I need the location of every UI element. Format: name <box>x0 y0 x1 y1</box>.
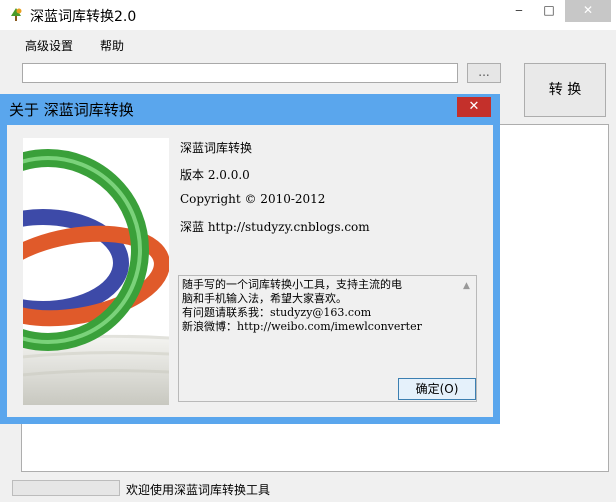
progress-bar <box>12 480 120 496</box>
close-button[interactable]: ✕ <box>565 0 611 22</box>
menu-advanced-settings[interactable]: 高级设置 <box>25 37 73 54</box>
about-product-name: 深蓝词库转换 <box>180 141 253 155</box>
scroll-up-icon[interactable]: ▲ <box>463 281 470 291</box>
status-message: 欢迎使用深蓝词库转换工具 <box>126 483 271 497</box>
about-description: 随手写的一个词库转换小工具，支持主流的电 脑和手机输入法，希望大家喜欢。 有问题… <box>182 278 458 334</box>
description-line: 新浪微博：http://weibo.com/imewlconverter <box>182 320 422 333</box>
about-version: 版本 2.0.0.0 <box>180 168 250 182</box>
description-line: 脑和手机输入法，希望大家喜欢。 <box>182 292 347 305</box>
description-line: 随手写的一个词库转换小工具，支持主流的电 <box>182 278 402 291</box>
about-body: 深蓝词库转换 版本 2.0.0.0 Copyright © 2010-2012 … <box>7 125 493 417</box>
about-title-bar: 关于 深蓝词库转换 ✕ <box>0 94 500 122</box>
ok-button[interactable]: 确定(O) <box>398 378 476 400</box>
menu-help[interactable]: 帮助 <box>100 37 124 54</box>
interlocking-rings-logo-icon <box>23 138 169 405</box>
menu-bar: 高级设置 帮助 <box>0 34 616 56</box>
status-bar: 欢迎使用深蓝词库转换工具 <box>0 476 616 502</box>
maximize-button[interactable]: □ <box>536 0 562 22</box>
convert-button[interactable]: 转 换 <box>524 63 606 117</box>
app-icon <box>11 8 22 21</box>
window-title: 深蓝词库转换2.0 <box>30 9 137 25</box>
about-author-link[interactable]: 深蓝 http://studyzy.cnblogs.com <box>180 218 370 235</box>
file-path-input[interactable] <box>22 63 458 83</box>
about-dialog: 关于 深蓝词库转换 ✕ 深蓝词库转换 版本 2.0.0.0 Copyright … <box>0 94 500 424</box>
about-copyright: Copyright © 2010-2012 <box>180 192 326 206</box>
about-title: 关于 深蓝词库转换 <box>9 101 134 119</box>
title-bar: 深蓝词库转换2.0 ‒ □ ✕ <box>0 0 616 30</box>
browse-button[interactable]: ... <box>467 63 501 83</box>
description-line: 有问题请联系我：studyzy@163.com <box>182 306 372 319</box>
minimize-button[interactable]: ‒ <box>506 0 532 22</box>
about-close-button[interactable]: ✕ <box>457 97 491 117</box>
